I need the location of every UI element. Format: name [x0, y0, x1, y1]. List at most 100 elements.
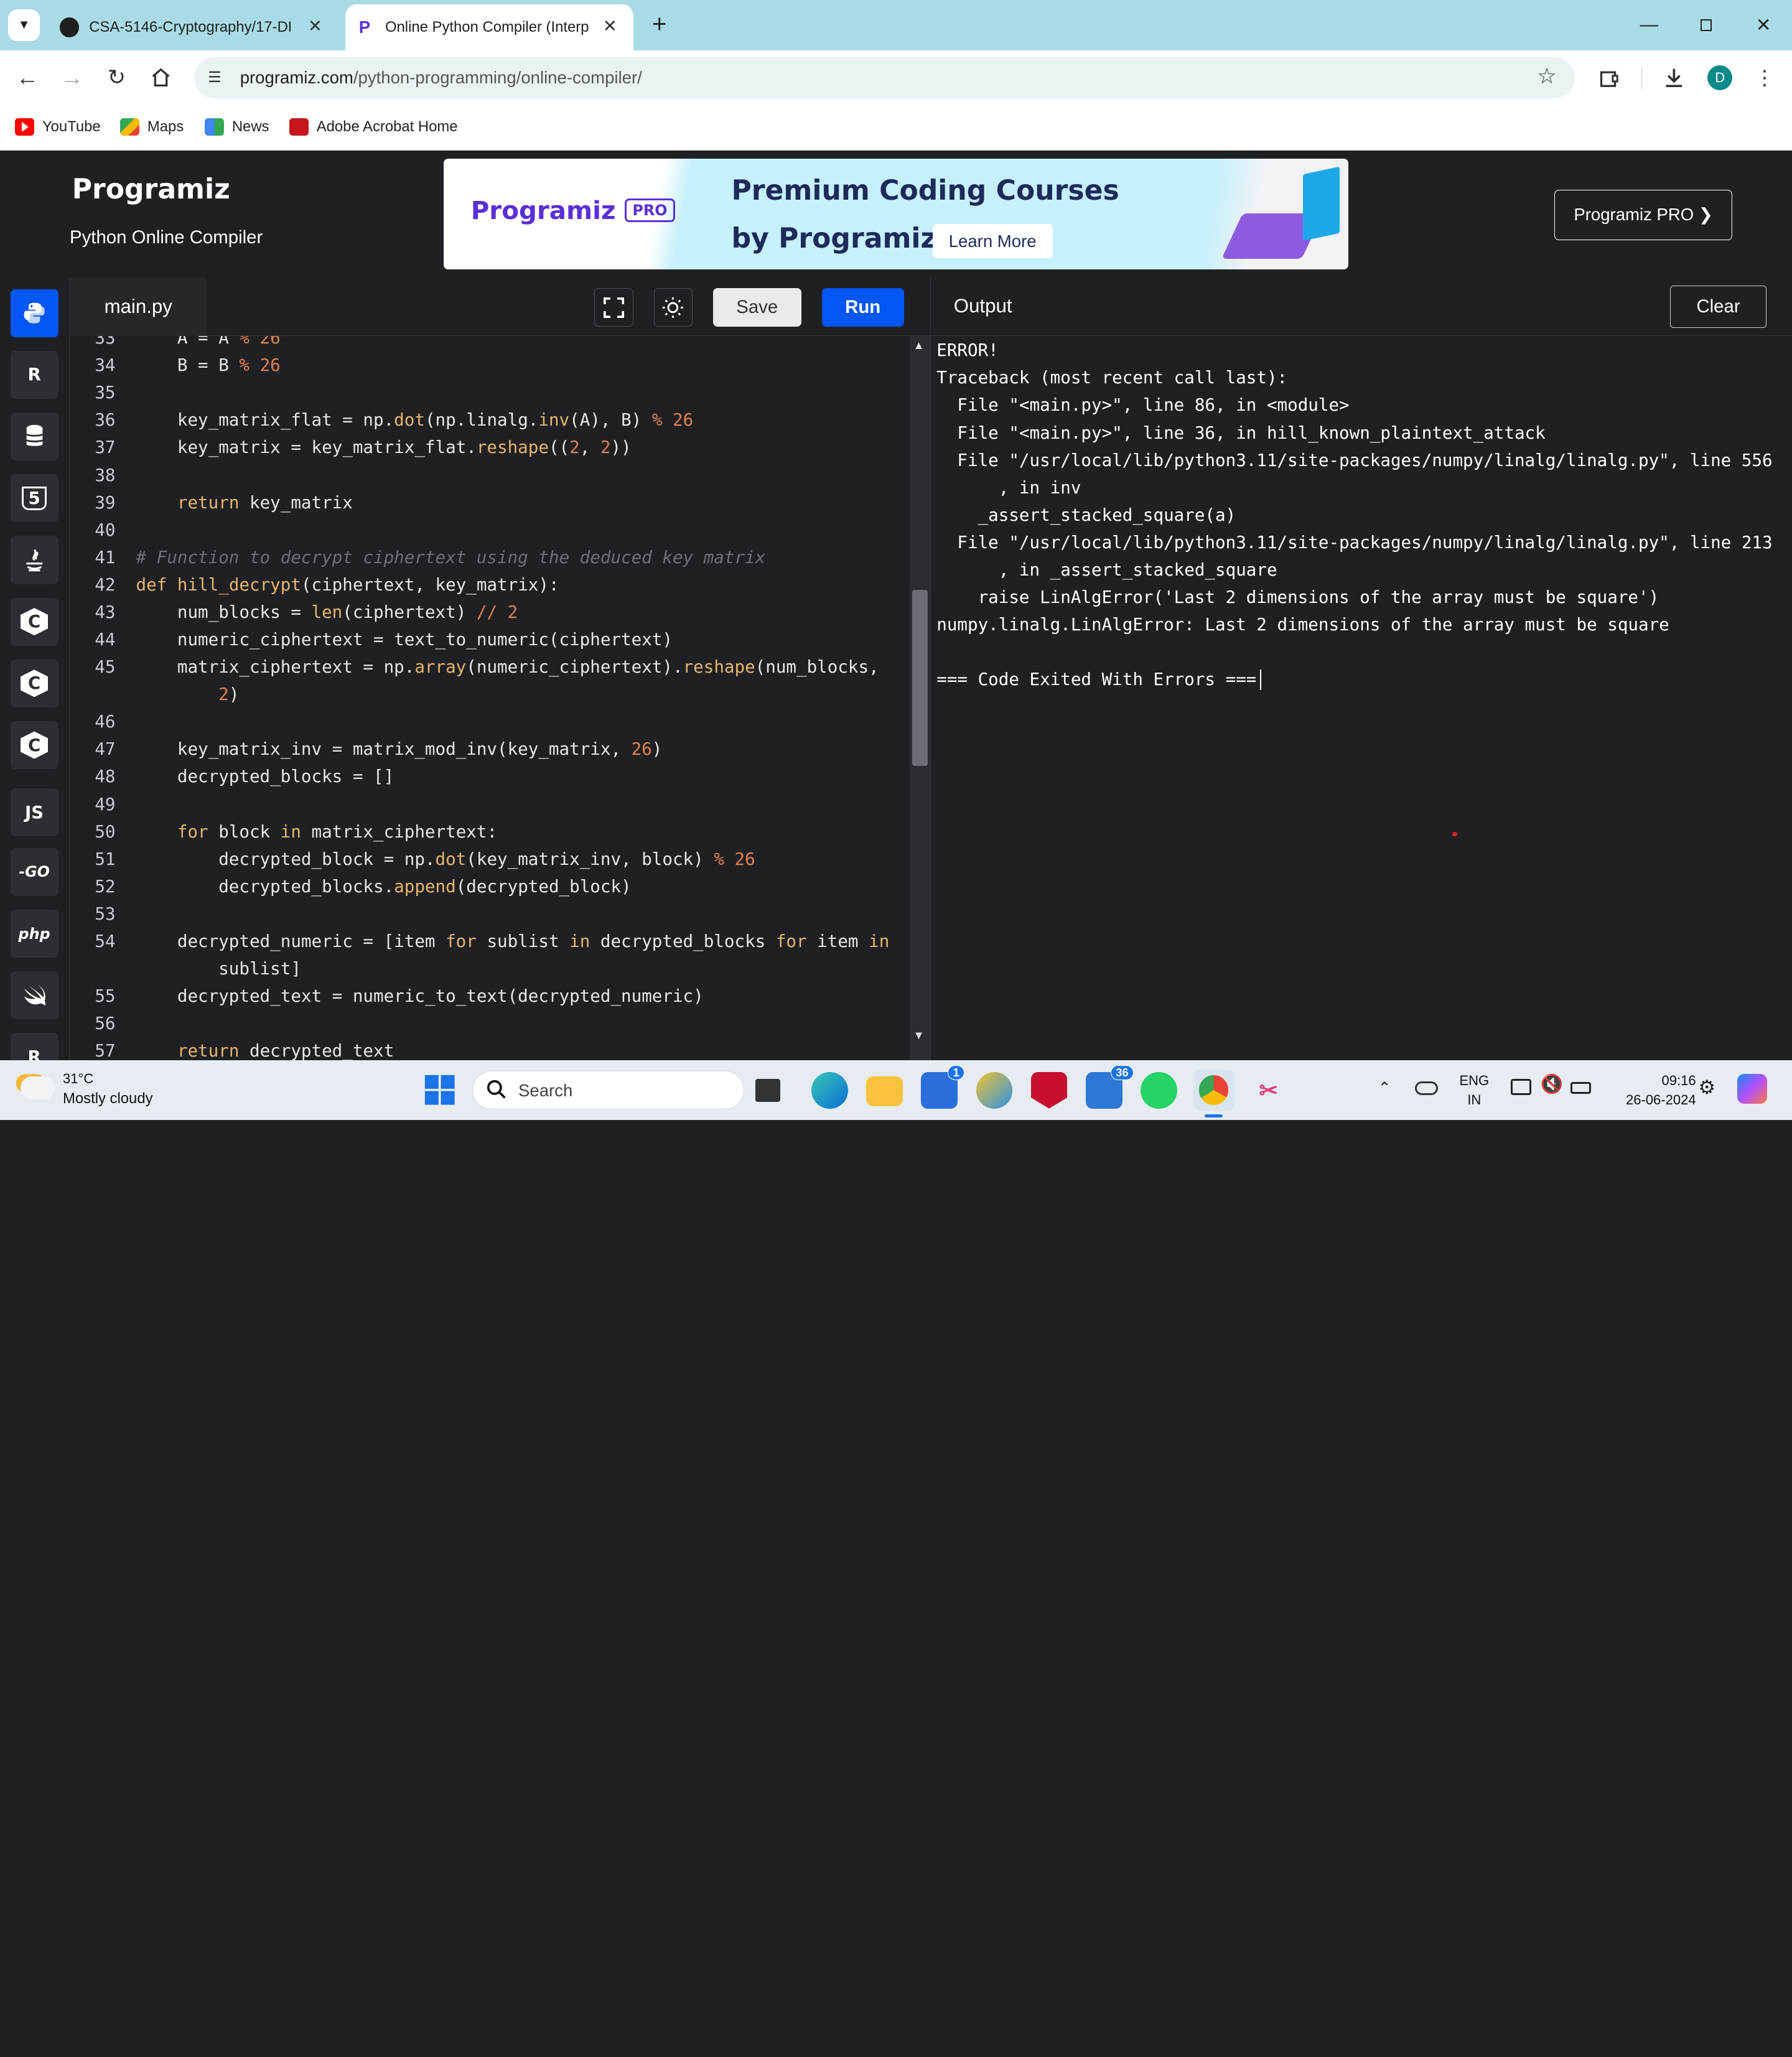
- store-icon[interactable]: 1: [921, 1065, 965, 1109]
- menu-button[interactable]: ⋮: [1748, 62, 1780, 93]
- site-info-icon[interactable]: ☰: [208, 68, 221, 86]
- c-icon: C: [21, 608, 49, 636]
- weather-widget[interactable]: 31°C Mostly cloudy: [21, 1070, 169, 1111]
- run-button[interactable]: Run: [821, 287, 904, 327]
- minimize-button[interactable]: —: [1633, 9, 1665, 41]
- search-icon: [487, 1080, 506, 1099]
- clock[interactable]: 09:16 26-06-2024: [1605, 1071, 1696, 1109]
- new-tab-button[interactable]: +: [646, 9, 673, 38]
- close-icon[interactable]: ✕: [603, 16, 617, 36]
- home-button[interactable]: [145, 62, 177, 93]
- sidebar-item-go[interactable]: -GO: [10, 847, 58, 896]
- bookmark-youtube[interactable]: YouTube: [14, 114, 101, 139]
- sidebar-item-python[interactable]: [10, 289, 58, 337]
- line-number: 50: [95, 821, 116, 842]
- banner-brand: Programiz PRO: [471, 195, 675, 225]
- battery-icon[interactable]: [1570, 1082, 1591, 1094]
- sidebar-item-html[interactable]: 5: [10, 474, 58, 523]
- teams-icon[interactable]: 36: [1085, 1065, 1134, 1109]
- copilot-pre-icon[interactable]: [1737, 1074, 1767, 1104]
- extensions-button[interactable]: [1593, 62, 1625, 93]
- bookmark-star-icon[interactable]: ☆: [1537, 64, 1556, 89]
- bookmark-maps[interactable]: Maps: [119, 114, 184, 139]
- language-indicator[interactable]: ENG IN: [1456, 1071, 1493, 1109]
- reload-button[interactable]: ↻: [101, 62, 133, 93]
- pro-banner-ad[interactable]: Programiz PRO Premium Coding Courses by …: [443, 159, 1349, 270]
- bookmark-adobe-acrobat[interactable]: Adobe Acrobat Home: [289, 114, 458, 139]
- swift-icon: [24, 985, 45, 1006]
- output-header: Output Clear: [930, 278, 1792, 336]
- task-view-icon[interactable]: [755, 1078, 781, 1102]
- tab-search-button[interactable]: ▼: [7, 9, 40, 42]
- address-bar[interactable]: ☰ programiz.com/python-programming/onlin…: [194, 57, 1575, 98]
- network-icon[interactable]: [1511, 1078, 1532, 1095]
- arrow-right-icon: →: [60, 64, 84, 90]
- output-line: File "<main.py>", line 86, in <module>: [936, 395, 1350, 416]
- editor-scrollbar[interactable]: ▲ ▼: [910, 335, 931, 1061]
- line-number: 49: [95, 794, 116, 814]
- edge-icon[interactable]: [811, 1071, 848, 1109]
- line-number: 39: [95, 492, 116, 513]
- tab-programiz[interactable]: P Online Python Compiler (Interp ✕: [345, 4, 633, 50]
- close-window-button[interactable]: ✕: [1747, 9, 1779, 41]
- theme-toggle-button[interactable]: [653, 287, 693, 327]
- bookmark-news[interactable]: News: [204, 114, 269, 139]
- whatsapp-icon[interactable]: [1141, 1071, 1177, 1109]
- start-button[interactable]: [422, 1072, 459, 1109]
- scrollbar-thumb[interactable]: [912, 589, 928, 766]
- learn-more-button[interactable]: Learn More: [932, 223, 1053, 259]
- sidebar-item-csharp[interactable]: C: [10, 659, 58, 707]
- language-sidebar: R 5 C C C JS -GO php R: [0, 278, 70, 1081]
- python-icon: [24, 302, 45, 324]
- profile-avatar[interactable]: D: [1707, 65, 1733, 91]
- code-line: key_matrix = key_matrix_flat.reshape((2,…: [136, 437, 632, 458]
- programiz-logo[interactable]: Programiz: [72, 174, 230, 205]
- r-icon: R: [27, 365, 41, 385]
- scroll-up-icon[interactable]: ▲: [913, 338, 925, 352]
- file-tab-main-py[interactable]: main.py: [70, 278, 207, 336]
- programiz-favicon-icon: P: [358, 17, 371, 37]
- copilot-icon[interactable]: [976, 1071, 1013, 1109]
- sidebar-item-swift[interactable]: [10, 971, 58, 1020]
- teams-badge: 36: [1110, 1065, 1134, 1080]
- speaker-muted-icon[interactable]: 🔇: [1541, 1074, 1564, 1095]
- text-cursor: [1260, 669, 1261, 691]
- output-line: File "/usr/local/lib/python3.11/site-pac…: [936, 450, 1773, 470]
- output-line: _assert_stacked_square(a): [936, 505, 1236, 525]
- close-icon[interactable]: ✕: [308, 16, 322, 36]
- sun-icon: [663, 297, 684, 318]
- onedrive-icon[interactable]: [1414, 1081, 1438, 1095]
- sidebar-item-cpp[interactable]: C: [10, 721, 58, 770]
- taskbar-search[interactable]: Search: [472, 1070, 744, 1110]
- sidebar-item-java[interactable]: [10, 536, 58, 584]
- sidebar-item-javascript[interactable]: JS: [10, 788, 58, 837]
- save-button[interactable]: Save: [713, 287, 801, 327]
- output-line: Traceback (most recent call last):: [936, 368, 1288, 388]
- code-editor[interactable]: 33 A = A % 26 34 B = B % 26 35 36 key_matri…: [70, 335, 910, 1061]
- sidebar-item-c[interactable]: C: [10, 597, 58, 646]
- tab-github[interactable]: CSA-5146-Cryptography/17-DE ✕: [50, 4, 338, 50]
- sidebar-item-sql[interactable]: [10, 413, 58, 461]
- back-button[interactable]: ←: [11, 62, 43, 93]
- code-line: sublist]: [136, 958, 301, 979]
- line-number: 52: [95, 876, 116, 897]
- sidebar-item-r[interactable]: R: [10, 350, 58, 399]
- fullscreen-button[interactable]: [594, 287, 633, 327]
- js-icon: JS: [25, 802, 44, 823]
- forward-button[interactable]: →: [56, 62, 88, 93]
- line-number: 36: [95, 410, 116, 431]
- restore-button[interactable]: [1690, 9, 1722, 41]
- downloads-button[interactable]: [1658, 62, 1690, 93]
- chrome-icon[interactable]: [1193, 1070, 1234, 1111]
- scroll-down-icon[interactable]: ▼: [913, 1028, 925, 1042]
- chevron-up-icon[interactable]: ⌃: [1378, 1079, 1391, 1097]
- sidebar-item-php[interactable]: php: [10, 910, 58, 958]
- csharp-icon: C: [21, 669, 49, 697]
- output-line: File "/usr/local/lib/python3.11/site-pac…: [936, 532, 1773, 553]
- mcafee-icon[interactable]: [1030, 1071, 1068, 1109]
- programiz-pro-button[interactable]: Programiz PRO ❯: [1554, 189, 1733, 240]
- notification-bell-icon[interactable]: ⚙: [1698, 1076, 1715, 1099]
- file-explorer-icon[interactable]: [866, 1076, 903, 1106]
- clear-button[interactable]: Clear: [1670, 286, 1766, 329]
- snipping-tool-icon[interactable]: ✂: [1250, 1071, 1287, 1109]
